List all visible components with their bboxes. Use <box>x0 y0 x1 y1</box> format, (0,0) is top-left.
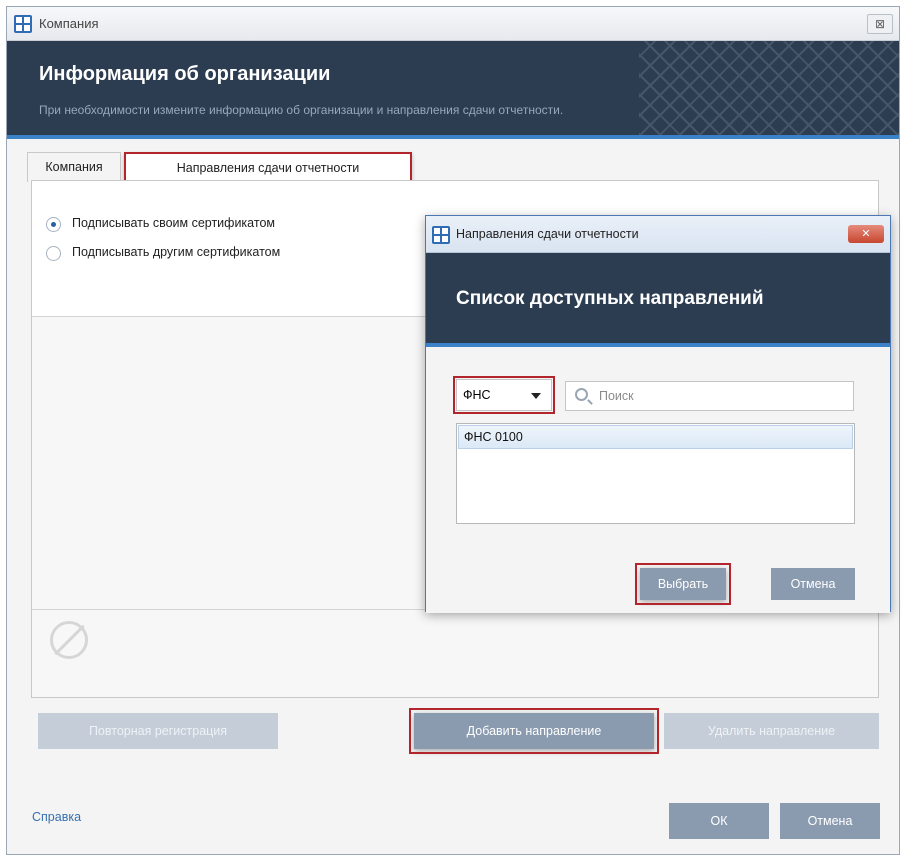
delete-direction-button[interactable]: Удалить направление <box>664 713 879 749</box>
dialog-title: Направления сдачи отчетности <box>456 227 639 241</box>
list-item[interactable]: ФНС 0100 <box>458 425 853 449</box>
select-button[interactable]: Выбрать <box>635 563 731 605</box>
help-link[interactable]: Справка <box>32 810 81 824</box>
cancel-button[interactable]: Отмена <box>780 803 880 839</box>
header-stripe <box>7 135 899 139</box>
dropdown-value: ФНС <box>463 388 491 402</box>
radio-label: Подписывать своим сертификатом <box>72 216 275 230</box>
dialog-cancel-button[interactable]: Отмена <box>771 568 855 600</box>
radio-own-certificate[interactable]: Подписывать своим сертификатом <box>46 215 366 235</box>
add-direction-button[interactable]: Добавить направление <box>409 708 659 754</box>
page-subtitle: При необходимости измените информацию об… <box>39 103 564 117</box>
ok-button[interactable]: ОК <box>669 803 769 839</box>
dialog-title-bar[interactable]: Направления сдачи отчетности ✕ <box>426 216 890 253</box>
search-input[interactable]: Поиск <box>565 381 854 411</box>
search-icon <box>575 388 588 401</box>
tab-reporting-directions[interactable]: Направления сдачи отчетности <box>124 152 412 182</box>
dialog-heading: Список доступных направлений <box>456 288 764 309</box>
authority-dropdown[interactable]: ФНС <box>453 376 555 414</box>
search-placeholder: Поиск <box>599 389 634 403</box>
window-header: Информация об организации При необходимо… <box>7 41 899 139</box>
page-title: Информация об организации <box>39 63 331 85</box>
title-bar[interactable]: Компания ⊠ <box>7 7 899 41</box>
directions-list[interactable]: ФНС 0100 <box>456 423 855 524</box>
forbidden-icon <box>50 621 88 659</box>
window-title: Компания <box>39 16 99 31</box>
reregister-button[interactable]: Повторная регистрация <box>38 713 278 749</box>
dialog-header: Список доступных направлений <box>426 253 890 347</box>
radio-other-certificate[interactable]: Подписывать другим сертификатом <box>46 244 366 264</box>
directions-dialog: Направления сдачи отчетности ✕ Список до… <box>425 215 891 613</box>
header-pattern <box>639 41 899 135</box>
radio-label: Подписывать другим сертификатом <box>72 245 281 259</box>
close-icon[interactable]: ✕ <box>848 225 884 243</box>
radio-button-checked[interactable] <box>46 217 61 232</box>
app-icon <box>432 226 450 244</box>
app-icon <box>14 15 32 33</box>
dialog-body: ФНС Поиск ФНС 0100 Выбрать Отмена <box>426 347 890 613</box>
chevron-down-icon <box>531 393 541 399</box>
tab-company[interactable]: Компания <box>27 152 121 182</box>
radio-button[interactable] <box>46 246 61 261</box>
close-icon[interactable]: ⊠ <box>867 14 893 34</box>
